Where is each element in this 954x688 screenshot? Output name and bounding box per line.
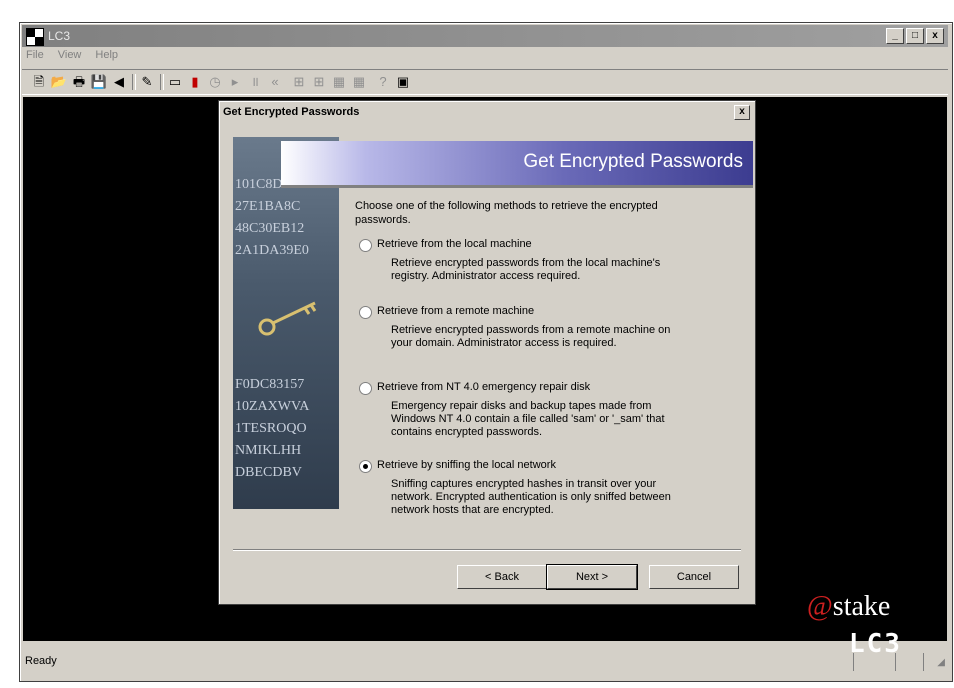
play-icon[interactable]: ▸ <box>226 73 244 91</box>
option-desc-sniff: Sniffing captures encrypted hashes in tr… <box>391 478 671 516</box>
status-pane <box>895 653 896 671</box>
console-icon[interactable]: ▣ <box>394 73 412 91</box>
option-desc-remote: Retrieve encrypted passwords from a remo… <box>391 324 671 349</box>
option-radio-repair-disk[interactable] <box>359 382 372 395</box>
next-button[interactable]: Next > <box>546 564 638 590</box>
pause-icon[interactable]: ॥ <box>246 73 264 91</box>
status-bar: Ready ◢ <box>23 649 947 673</box>
intro-text: Choose one of the following methods to r… <box>355 200 658 226</box>
help-icon[interactable]: ? <box>374 73 392 91</box>
new-session-icon[interactable]: 🗎 <box>30 73 48 91</box>
back-button[interactable]: < Back <box>457 565 547 589</box>
window-title: LC3 <box>48 29 71 43</box>
toolbar-separator <box>160 74 164 90</box>
option-desc-repair-disk: Emergency repair disks and backup tapes … <box>391 400 665 438</box>
app-icon[interactable] <box>26 28 44 46</box>
side-image-text: 2A1DA39E0 <box>235 243 309 258</box>
menu-file[interactable]: File <box>24 49 46 65</box>
menu-bar: File View Help <box>24 49 120 65</box>
banner-title: Get Encrypted Passwords <box>523 151 743 172</box>
menu-help[interactable]: Help <box>93 49 120 65</box>
option-radio-remote[interactable] <box>359 306 372 319</box>
report-icon[interactable]: ⊞ <box>290 73 308 91</box>
menu-view[interactable]: View <box>56 49 84 65</box>
button-divider <box>233 549 741 551</box>
side-image-text: 48C30EB12 <box>235 221 305 236</box>
key-icon <box>258 301 317 336</box>
open-folder-icon[interactable]: 📂 <box>50 73 68 91</box>
stop-icon[interactable]: ▮ <box>186 73 204 91</box>
resize-grip-icon[interactable]: ◢ <box>937 657 945 668</box>
title-bar[interactable]: LC3 _ □ x <box>22 25 948 47</box>
dialog-title-bar[interactable]: Get Encrypted Passwords x <box>221 103 753 121</box>
window-icon[interactable]: ▭ <box>166 73 184 91</box>
option-desc-local: Retrieve encrypted passwords from the lo… <box>391 257 661 282</box>
option-label-repair-disk[interactable]: Retrieve from NT 4.0 emergency repair di… <box>377 381 590 393</box>
option-radio-local[interactable] <box>359 239 372 252</box>
import-icon[interactable]: ◀ <box>110 73 128 91</box>
maximize-button[interactable]: □ <box>906 28 924 44</box>
side-image-text: F0DC83157 <box>235 377 305 392</box>
option-label-sniff[interactable]: Retrieve by sniffing the local network <box>377 459 556 471</box>
schedule-icon[interactable]: ◷ <box>206 73 224 91</box>
wizard-side-image: 101C8D... 27E1BA8C 48C30EB12 2A1DA39E0 F… <box>233 137 339 509</box>
stake-logo: @stake <box>807 591 891 622</box>
side-image-text: DBECDBV <box>235 465 302 480</box>
rewind-icon[interactable]: « <box>266 73 284 91</box>
wizard-icon[interactable]: ✎ <box>138 73 156 91</box>
dialog-close-button[interactable]: x <box>734 105 750 120</box>
dictionary-icon[interactable]: ▦ <box>350 73 368 91</box>
side-image-text: 1TESROQO <box>235 421 307 436</box>
dialog-title: Get Encrypted Passwords <box>223 106 360 118</box>
minimize-button[interactable]: _ <box>886 28 904 44</box>
audit-icon[interactable]: ⊞ <box>310 73 328 91</box>
status-text: Ready <box>25 655 57 667</box>
status-pane <box>923 653 924 671</box>
option-label-local[interactable]: Retrieve from the local machine <box>377 238 532 250</box>
close-button[interactable]: x <box>926 28 944 44</box>
print-icon[interactable]: 🖶 <box>70 73 88 91</box>
option-radio-sniff[interactable] <box>359 460 372 473</box>
save-icon[interactable]: 💾 <box>90 73 108 91</box>
toolbar-separator <box>132 74 136 90</box>
option-label-remote[interactable]: Retrieve from a remote machine <box>377 305 534 317</box>
side-image-text: 27E1BA8C <box>235 199 301 214</box>
status-pane <box>853 653 854 671</box>
cancel-button[interactable]: Cancel <box>649 565 739 589</box>
toolbar: 🗎 📂 🖶 💾 ◀ ✎ ▭ ▮ ◷ ▸ ॥ « ⊞ ⊞ ▦ ▦ ? ▣ <box>22 69 948 95</box>
get-encrypted-passwords-dialog: Get Encrypted Passwords x 101C8D... 27E1… <box>218 100 756 605</box>
side-image-text: NMIKLHH <box>235 443 302 458</box>
hash-icon[interactable]: ▦ <box>330 73 348 91</box>
wizard-banner: Get Encrypted Passwords <box>281 141 753 185</box>
side-image-text: 10ZAXWVA <box>235 399 310 414</box>
